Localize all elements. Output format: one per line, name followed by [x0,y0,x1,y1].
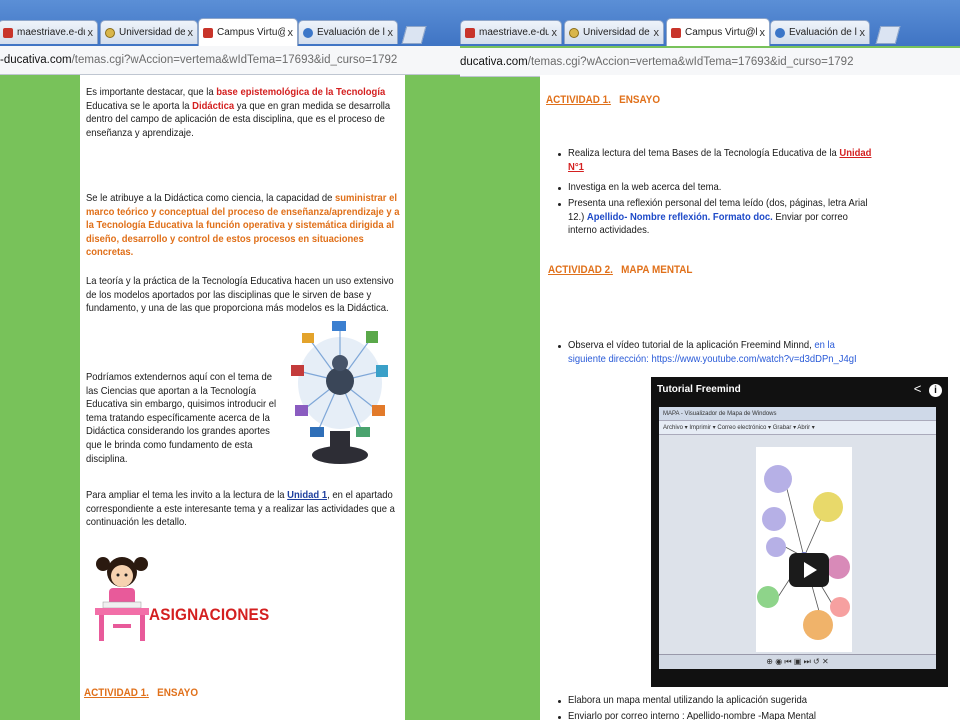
url-path: /temas.cgi?wAccion=vertema&wIdTema=17693… [71,54,398,66]
tab-label: Campus Virtu@l [Módulo [685,27,757,38]
asignaciones-heading: ASIGNACIONES [149,605,270,624]
new-tab-button[interactable] [401,26,427,44]
close-icon[interactable]: x [760,27,766,39]
bullet [558,153,561,156]
bullet [558,203,561,206]
unidad-1-link[interactable]: Unidad 1 [287,489,327,501]
tab-label: Campus Virtu@l [Módulo [217,27,285,38]
url-host: ducativa.com [460,56,528,68]
video-header-icons: < i [914,381,942,397]
highlight-text: Apellido- Nombre reflexión. Formato doc. [586,210,773,223]
address-bar[interactable]: -ducativa.com/temas.cgi?wAccion=vertema&… [0,46,460,75]
url-host: -ducativa.com [0,54,72,66]
tab-maestria[interactable]: maestriave.e-ducativa.co x [460,20,562,44]
close-icon[interactable]: x [654,27,660,39]
actividad-2-heading: ACTIVIDAD 2. MAPA MENTAL [548,264,693,276]
share-icon[interactable]: < [914,381,922,396]
tab-label: Universidad de Panamá - [583,27,651,38]
page-content: Es importante destacar, que la base epis… [80,75,405,720]
favicon-icon [203,27,213,38]
right-browser-window: maestriave.e-ducativa.co x Universidad d… [460,0,960,720]
close-icon[interactable]: x [88,27,94,39]
globe-icon [775,27,785,38]
paragraph-ciencias: Podríamos extendernos aquí con el tema d… [86,371,277,465]
tab-bar: maestriave.e-ducativa.co x Universidad d… [460,0,960,46]
highlight-text: Didáctica [192,99,235,112]
paragraph-epistemologia: Es importante destacar, que la base epis… [86,86,391,139]
page-content: ACTIVIDAD 1. ENSAYO Realiza lectura del … [540,75,960,720]
tab-campus-virtual[interactable]: Campus Virtu@l [Módulo x [666,18,770,46]
globe-icon [303,27,313,38]
paragraph-didactica: Se le atribuye a la Didáctica como cienc… [86,192,400,259]
technology-network-illustration [291,321,388,464]
tab-label: maestriave.e-ducativa.co [17,27,85,38]
highlight-text: base epistemológica de la Tecnología [216,86,386,98]
tab-evaluacion[interactable]: Evaluación de los aprendi x [770,20,870,44]
tab-label: maestriave.e-ducativa.co [479,27,549,38]
actividad-1-heading: ACTIVIDAD 1. ENSAYO [84,687,199,699]
viewer-controls[interactable]: ⊕ ◉ ⏮ ▣ ⏭ ↺ ✕ [659,654,936,669]
paragraph-teoria-practica: La teoría y la práctica de la Tecnología… [86,275,394,315]
video-title: Tutorial Freemind [657,384,741,395]
tab-universidad[interactable]: Universidad de Panamá - x [564,20,664,44]
close-icon[interactable]: x [552,27,558,39]
bullet [558,345,561,348]
close-icon[interactable]: x [188,27,194,39]
university-seal-icon [569,27,579,38]
tab-label: Evaluación de los aprendi [789,27,857,38]
tab-universidad[interactable]: Universidad de Panamá - x [100,20,198,44]
new-tab-button[interactable] [875,26,901,44]
url-path: /temas.cgi?wAccion=vertema&wIdTema=17693… [527,56,854,68]
app-menu-bar: Archivo ▾ Imprimir ▾ Correo electrónico … [659,421,936,435]
address-bar[interactable]: ducativa.com/temas.cgi?wAccion=vertema&w… [460,48,960,77]
university-seal-icon [105,27,115,38]
info-icon[interactable]: i [929,384,942,397]
favicon-icon [465,27,475,38]
app-title-bar: MAPA - Visualizador de Mapa de Windows [659,407,936,421]
paragraph-ampliar-tema: Para ampliar el tema les invito a la lec… [86,489,395,529]
video-frame: MAPA - Visualizador de Mapa de Windows A… [659,407,936,669]
tab-maestria[interactable]: maestriave.e-ducativa.co x [0,20,98,44]
tab-campus-virtual[interactable]: Campus Virtu@l [Módulo x [198,18,298,46]
actividad-1-item-lectura: Realiza lectura del tema Bases de la Tec… [568,147,872,173]
favicon-icon [3,27,13,38]
mind-map-drawing [757,465,850,640]
actividad-2-item-video: Observa el vídeo tutorial de la aplicaci… [568,339,857,365]
actividad-1-item-reflexion: Presenta una reflexión personal del tema… [568,197,868,237]
tab-label: Evaluación de los aprendi [317,27,385,38]
girl-studying-illustration [95,557,149,641]
actividad-1-item-investiga: Investiga en la web acerca del tema. [568,181,722,193]
favicon-icon [671,27,681,38]
play-button[interactable] [789,553,829,587]
bullet [558,700,561,703]
tab-evaluacion[interactable]: Evaluación de los aprendi x [298,20,398,44]
mind-map-canvas [756,447,852,652]
close-icon[interactable]: x [288,27,294,39]
close-icon[interactable]: x [860,27,866,39]
bullet [558,187,561,190]
left-browser-window: maestriave.e-ducativa.co x Universidad d… [0,0,460,720]
actividad-2-item-elabora: Elabora un mapa mental utilizando la apl… [568,694,808,706]
close-icon[interactable]: x [388,27,394,39]
actividad-2-item-enviar: Enviarlo por correo interno : Apellido-n… [568,710,816,720]
tab-label: Universidad de Panamá - [119,27,185,38]
bullet [558,716,561,719]
actividad-1-heading: ACTIVIDAD 1. ENSAYO [546,94,661,106]
video-player[interactable]: Tutorial Freemind < i MAPA - Visualizado… [651,377,948,687]
tab-bar: maestriave.e-ducativa.co x Universidad d… [0,0,460,46]
